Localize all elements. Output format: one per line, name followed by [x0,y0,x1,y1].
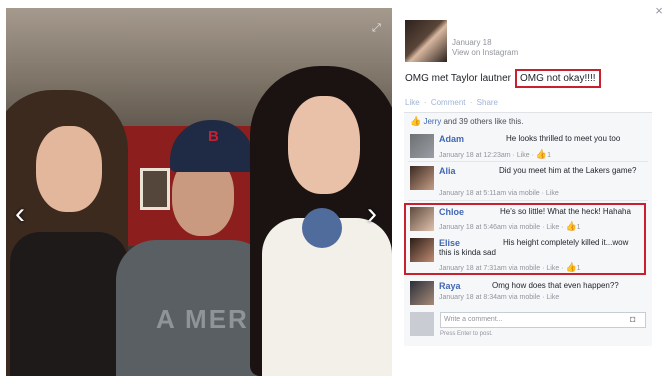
highlight-box [404,203,646,275]
photo-wall-frame [140,168,170,210]
commenter-name[interactable]: Raya [439,281,461,291]
like-icon: 👍 [410,116,422,126]
post-hint: Press Enter to post. [440,331,493,337]
post-caption-highlighted: OMG not okay!!!! [515,69,601,88]
photo-necklace [302,208,342,248]
comment-text: Did you meet him at the Lakers game? [499,166,637,175]
post-photo[interactable]: A MER B ‹ › ⤢ [6,8,392,376]
post-actions: Like · Comment · Share [405,98,500,107]
camera-icon[interactable]: ◘ [630,314,642,324]
poster-avatar[interactable] [405,20,447,62]
like-icon: 👍 [535,149,548,159]
post-date[interactable]: January 18 [452,38,492,47]
share-link[interactable]: Share [477,98,498,107]
post-caption: OMG met Taylor lautner [405,73,511,84]
comment-timestamp[interactable]: January 18 at 12:23am · Like · [439,152,536,159]
comment-text: He looks thrilled to meet you too [506,134,621,143]
likes-rest[interactable]: and 39 others like this. [443,117,523,126]
avatar[interactable] [410,281,434,305]
photo-person-left-body [10,232,128,376]
photo-lightbox: A MER B ‹ › ⤢ × January 18 View on Insta… [0,0,672,378]
view-on-instagram-link[interactable]: View on Instagram [452,48,518,57]
divider [408,200,648,201]
comment-link[interactable]: Comment [431,98,466,107]
separator-dot: · [469,98,473,107]
likes-summary: 👍 Jerry and 39 others like this. [410,116,524,127]
photo-person-left-face [36,126,102,212]
comment-text: Omg how does that even happen?? [492,281,619,290]
next-photo-icon[interactable]: › [362,198,382,230]
comment-input-placeholder: Write a comment... [444,316,503,323]
comment-item: Raya Omg how does that even happen?? Jan… [408,281,648,307]
avatar[interactable] [410,134,434,158]
comment-like-count[interactable]: 1 [547,152,551,159]
previous-photo-icon[interactable]: ‹ [10,198,30,230]
separator-dot: · [423,98,427,107]
comment-item: Alia Did you meet him at the Lakers game… [408,166,648,201]
comment-meta[interactable]: January 18 at 5:11am via mobile · Like [439,190,559,197]
divider [408,161,648,162]
liker-name[interactable]: Jerry [423,117,441,126]
current-user-avatar [410,312,434,336]
avatar[interactable] [410,166,434,190]
comment-meta[interactable]: January 18 at 8:34am via mobile · Like [439,294,559,301]
comment-item: Adam He looks thrilled to meet you too J… [408,134,648,162]
photo-cap-logo: B [208,128,219,145]
close-icon[interactable]: × [652,4,666,18]
expand-icon[interactable]: ⤢ [372,22,386,36]
comment-meta: January 18 at 12:23am · Like · 👍1 [439,149,551,160]
like-link[interactable]: Like [405,98,420,107]
commenter-name[interactable]: Adam [439,134,464,144]
photo-person-right-face [288,96,360,194]
